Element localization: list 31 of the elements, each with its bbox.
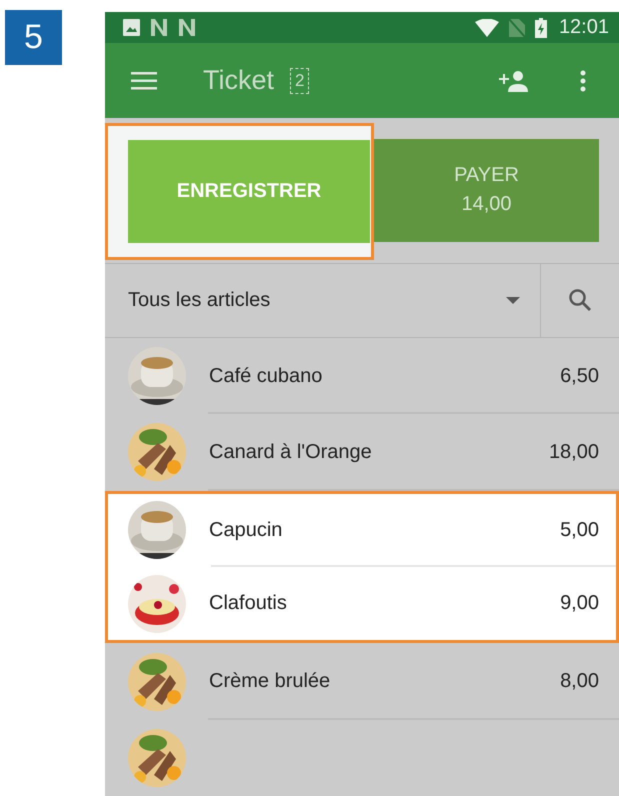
item-price: 9,00 [560,592,599,616]
add-person-icon[interactable] [496,70,530,92]
n-notification-icon [178,19,196,36]
item-row[interactable]: Capucin 5,00 [105,490,619,567]
step-number: 5 [5,10,62,65]
dropdown-caret-icon [506,296,520,304]
item-row[interactable]: Café cubano 6,50 [105,338,619,414]
screen-title: Ticket [203,65,274,96]
item-name: Canard à l'Orange [209,440,373,464]
item-name: Capucin [209,518,284,542]
no-sim-icon [508,18,525,37]
n-notification-icon [150,19,168,36]
wifi-icon [474,18,499,37]
more-options-icon[interactable] [580,70,586,92]
menu-icon[interactable] [131,72,157,90]
item-name: Clafoutis [209,592,288,616]
item-name: Café cubano [209,364,324,388]
category-dropdown[interactable]: Tous les articles [105,264,541,337]
item-price: 5,00 [560,518,599,542]
item-row[interactable]: Clafoutis 9,00 [105,566,619,644]
item-name: Crème brulée [209,670,332,694]
item-price: 8,00 [560,670,599,694]
battery-charging-icon [534,18,547,38]
status-time: 12:01 [558,16,609,40]
item-row[interactable]: Canard à l'Orange 18,00 [105,414,619,491]
item-row[interactable]: Crème brulée 8,00 [105,643,619,720]
ticket-count: 2 [290,68,310,94]
image-notification-icon [123,19,140,36]
item-price: 18,00 [548,440,599,464]
search-icon [568,288,592,312]
item-price: 6,50 [560,364,599,388]
